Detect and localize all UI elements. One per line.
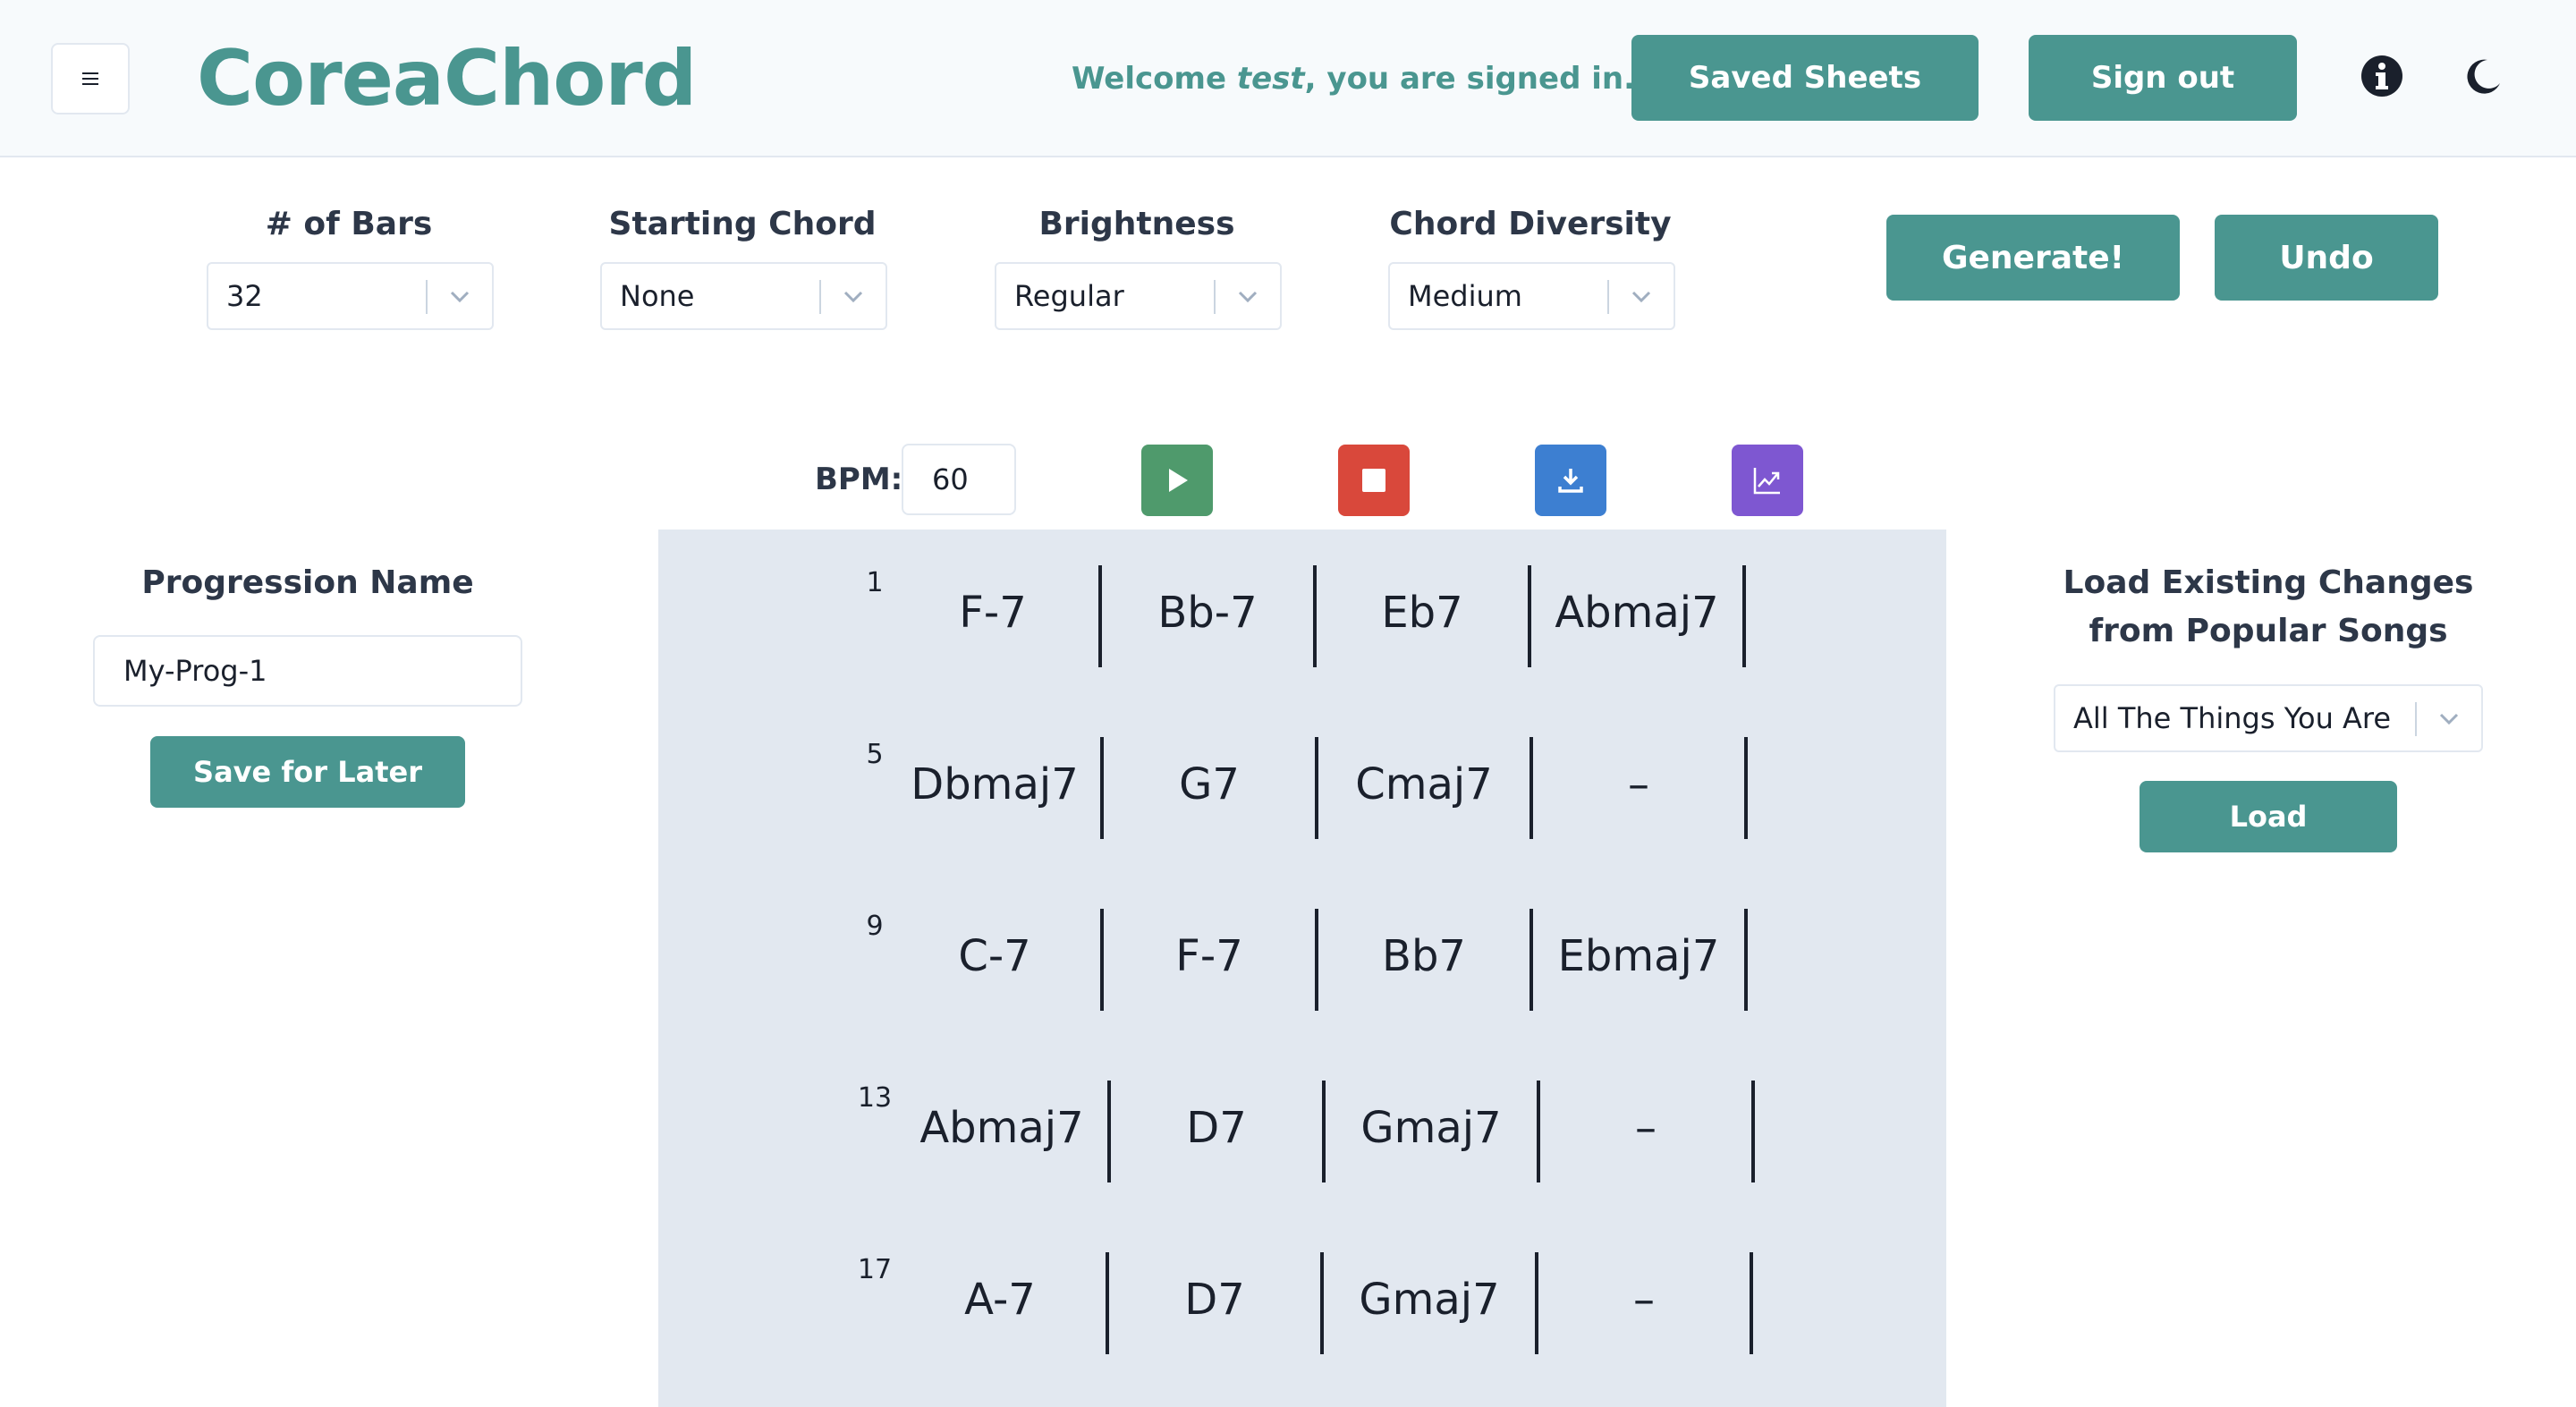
chord-cell[interactable]: Bb7 (1317, 925, 1531, 987)
chart-button[interactable] (1732, 445, 1803, 516)
moon-icon (2467, 59, 2500, 94)
generate-button[interactable]: Generate! (1886, 215, 2180, 301)
sign-out-button[interactable]: Sign out (2029, 35, 2297, 121)
chord-diversity-label: Chord Diversity (1389, 206, 1672, 242)
load-button[interactable]: Load (2140, 781, 2397, 852)
chord-cell[interactable]: G7 (1102, 753, 1317, 816)
progression-name-label: Progression Name (141, 564, 474, 601)
sheet-row: 17 A-7 D7 Gmaj7 – (658, 1252, 1946, 1360)
stop-button[interactable] (1338, 445, 1410, 516)
chord-cell[interactable]: – (1531, 753, 1746, 816)
chord-cell[interactable]: Dbmaj7 (887, 753, 1102, 816)
chord-cell[interactable]: Bb-7 (1100, 581, 1315, 644)
bar-number: 13 (857, 1082, 893, 1114)
sheet-row: 5 Dbmaj7 G7 Cmaj7 – (658, 737, 1946, 844)
brightness-label: Brightness (1038, 206, 1235, 242)
chord-cell[interactable]: D7 (1107, 1268, 1322, 1331)
chord-cell[interactable]: – (1538, 1097, 1753, 1159)
starting-chord-select[interactable]: None (600, 262, 887, 330)
chord-cell[interactable]: – (1537, 1268, 1751, 1331)
chevron-down-icon (843, 291, 863, 303)
bpm-label: BPM: (815, 462, 903, 497)
username: test (1236, 61, 1305, 97)
welcome-message: Welcome test, you are signed in. (1072, 61, 1636, 97)
chord-cell[interactable]: D7 (1109, 1097, 1324, 1159)
chord-diversity-value: Medium (1408, 279, 1522, 313)
load-changes-label: Load Existing Changes from Popular Songs (2063, 564, 2474, 649)
bar-line (1750, 1252, 1753, 1354)
download-button[interactable] (1535, 445, 1606, 516)
chart-icon (1753, 468, 1780, 495)
download-icon (1558, 469, 1583, 493)
progression-name-input[interactable]: My-Prog-1 (93, 635, 522, 707)
save-for-later-button[interactable]: Save for Later (150, 736, 465, 808)
chord-cell[interactable]: Gmaj7 (1322, 1268, 1537, 1331)
bars-select[interactable]: 32 (207, 262, 494, 330)
menu-button[interactable] (51, 43, 130, 114)
chevron-down-icon (450, 291, 470, 303)
saved-sheets-button[interactable]: Saved Sheets (1631, 35, 1979, 121)
bar-line (1744, 737, 1748, 839)
undo-button[interactable]: Undo (2215, 215, 2438, 301)
chord-cell[interactable]: Gmaj7 (1324, 1097, 1538, 1159)
chevron-down-icon (1631, 291, 1651, 303)
hamburger-icon (82, 72, 98, 85)
info-icon (2361, 55, 2402, 97)
chord-cell[interactable]: A-7 (893, 1268, 1107, 1331)
sheet-row: 13 Abmaj7 D7 Gmaj7 – (658, 1081, 1946, 1188)
bars-value: 32 (226, 279, 263, 313)
chord-cell[interactable]: Eb7 (1315, 581, 1530, 644)
chord-cell[interactable]: Abmaj7 (894, 1097, 1109, 1159)
theme-toggle-button[interactable] (2462, 54, 2506, 98)
chord-cell[interactable]: F-7 (886, 581, 1100, 644)
starting-chord-label: Starting Chord (608, 206, 877, 242)
bar-line (1744, 909, 1748, 1011)
chord-cell[interactable]: Ebmaj7 (1531, 925, 1746, 987)
bar-number: 17 (857, 1254, 893, 1285)
info-button[interactable] (2360, 54, 2404, 98)
brightness-select[interactable]: Regular (995, 262, 1282, 330)
play-icon (1169, 469, 1188, 492)
sheet-row: 9 C-7 F-7 Bb7 Ebmaj7 (658, 909, 1946, 1016)
stop-icon (1362, 469, 1385, 492)
chevron-down-icon (2439, 713, 2459, 725)
bpm-input[interactable]: 60 (902, 444, 1016, 515)
chord-cell[interactable]: Abmaj7 (1530, 581, 1744, 644)
song-select[interactable]: All The Things You Are (2054, 684, 2483, 752)
starting-chord-value: None (620, 279, 695, 313)
chord-sheet: 1 F-7 Bb-7 Eb7 Abmaj7 5 Dbmaj7 G7 Cmaj7 … (658, 530, 1946, 1407)
brightness-value: Regular (1014, 279, 1124, 313)
app-logo[interactable]: CoreaChord (197, 34, 697, 123)
chord-cell[interactable]: F-7 (1102, 925, 1317, 987)
chevron-down-icon (1238, 291, 1258, 303)
chord-cell[interactable]: C-7 (887, 925, 1102, 987)
song-value: All The Things You Are (2073, 701, 2392, 735)
play-button[interactable] (1141, 445, 1213, 516)
bar-line (1751, 1081, 1755, 1182)
chord-cell[interactable]: Cmaj7 (1317, 753, 1531, 816)
app-header: CoreaChord Welcome test, you are signed … (0, 0, 2576, 157)
bar-line (1742, 565, 1746, 667)
bars-label: # of Bars (265, 206, 433, 242)
chord-diversity-select[interactable]: Medium (1388, 262, 1675, 330)
sheet-row: 1 F-7 Bb-7 Eb7 Abmaj7 (658, 565, 1946, 673)
